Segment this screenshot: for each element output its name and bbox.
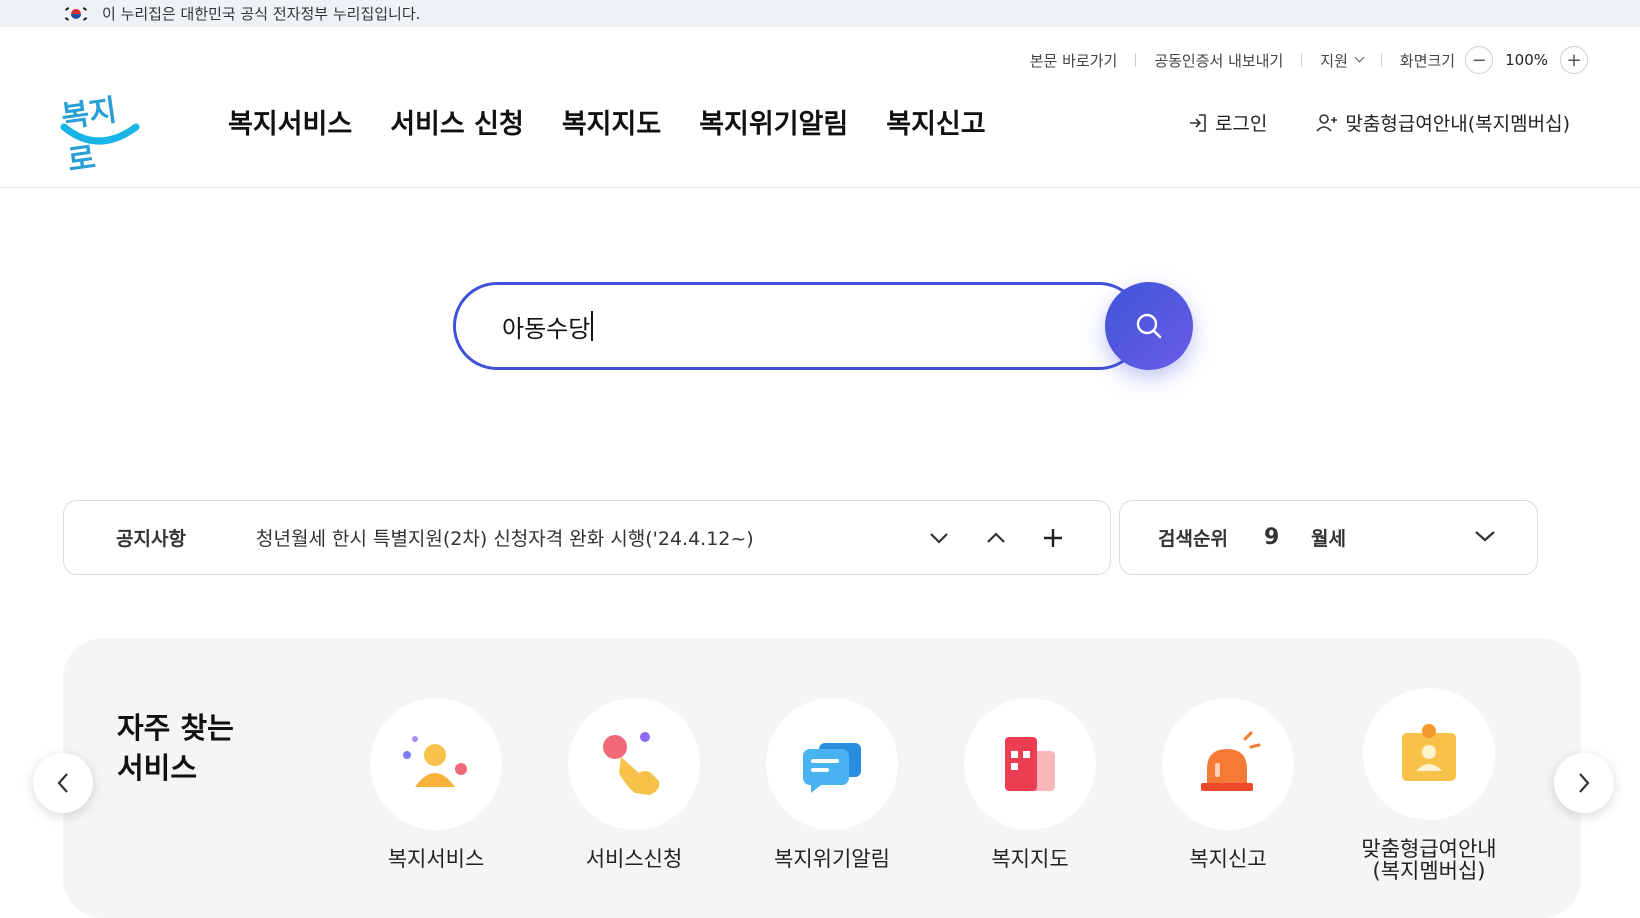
login-icon [1189,113,1206,132]
chevron-right-icon [1579,773,1590,793]
service-item-crisis-alert[interactable]: 복지위기알림 [752,698,912,870]
divider [1380,53,1382,67]
utility-bar: 본문 바로가기 공동인증서 내보내기 지원 화면크기 − 100% + [1030,45,1588,75]
search-input[interactable]: 아동수당 [453,282,1143,370]
search-rank-bar: 검색순위 9 월세 [1119,500,1538,575]
rank-dropdown-button[interactable] [1473,528,1497,547]
search-area: 아동수당 [453,282,1193,370]
main-navigation: 복지서비스 서비스 신청 복지지도 복지위기알림 복지신고 [228,102,1024,141]
carousel-prev-button[interactable] [33,753,93,813]
support-label: 지원 [1320,51,1348,70]
search-icon [1136,313,1162,339]
service-name: 복지신고 [1189,847,1267,871]
nav-service-apply[interactable]: 서비스 신청 [390,102,524,141]
zoom-in-button[interactable]: + [1560,46,1588,74]
text-caret [591,311,593,341]
service-icon-circle [370,698,502,830]
member-card-icon [1402,724,1456,781]
zoom-out-button[interactable]: − [1465,46,1494,74]
service-item-map[interactable]: 복지지도 [950,698,1110,870]
service-item-apply[interactable]: 서비스신청 [554,698,714,870]
nav-crisis-alert[interactable]: 복지위기알림 [699,102,848,141]
divider [1301,53,1303,67]
notice-prev-button[interactable] [981,523,1011,553]
search-input-value: 아동수당 [502,314,591,343]
membership-label: 맞춤형급여안내(복지멤버십) [1345,113,1570,135]
zoom-value: 100% [1505,51,1548,69]
service-icon-circle [964,698,1096,830]
chat-bubble-icon [803,743,861,793]
login-label: 로그인 [1214,113,1268,135]
service-name: 복지위기알림 [774,847,890,871]
chevron-down-icon [1354,52,1365,63]
gov-banner-text: 이 누리집은 대한민국 공식 전자정부 누리집입니다. [102,5,421,23]
service-name-sub: (복지멤버십) [1372,859,1486,883]
notice-bar: 공지사항 청년월세 한시 특별지원(2차) 신청자격 완화 시행('24.4.1… [63,500,1111,575]
account-menu: 로그인 맞춤형급여안내(복지멤버십) [1139,109,1570,136]
gov-banner: 이 누리집은 대한민국 공식 전자정부 누리집입니다. [0,0,1640,27]
support-dropdown[interactable]: 지원 [1320,50,1365,71]
hand-tap-icon [603,732,660,795]
logo-swoosh-icon [60,123,140,145]
service-item-welfare[interactable]: 복지서비스 [356,698,516,870]
service-name: 맞춤형급여안내 [1361,837,1497,861]
search-button[interactable] [1105,282,1193,370]
divider [1135,53,1137,67]
title-line: 자주 찾는 [117,711,234,745]
frequent-services-title: 자주 찾는 서비스 [117,708,234,788]
service-icon-circle [1162,698,1294,830]
plus-icon [1044,528,1062,547]
nav-welfare-service[interactable]: 복지서비스 [228,102,352,141]
carousel-next-button[interactable] [1554,753,1614,813]
service-name: 서비스신청 [585,847,683,871]
map-icon [1005,737,1055,791]
korea-flag-icon [64,6,88,22]
skip-to-content-link[interactable]: 본문 바로가기 [1030,50,1118,71]
chevron-down-icon [1475,531,1495,542]
service-icon-circle [568,698,700,830]
service-icon-circle [1363,688,1495,820]
rank-number: 9 [1264,525,1280,550]
service-icon-circle [766,698,898,830]
chevron-left-icon [57,773,68,793]
site-logo[interactable]: 복지로 [59,85,140,179]
notice-message-link[interactable]: 청년월세 한시 특별지원(2차) 신청자격 완화 시행('24.4.12~) [256,524,754,551]
notice-next-button[interactable] [924,523,954,553]
notice-more-button[interactable] [1038,523,1068,553]
notice-controls [897,523,1068,553]
nav-welfare-map[interactable]: 복지지도 [562,102,661,141]
membership-link[interactable]: 맞춤형급여안내(복지멤버십) [1315,109,1570,136]
add-user-icon [1316,113,1338,132]
nav-welfare-report[interactable]: 복지신고 [886,102,985,141]
chevron-down-icon [930,532,948,544]
service-name: 복지지도 [991,847,1069,871]
person-icon [403,736,467,787]
notice-label: 공지사항 [116,528,186,550]
chevron-up-icon [987,531,1005,543]
zoom-label: 화면크기 [1399,51,1456,70]
service-item-membership[interactable]: 맞춤형급여안내 (복지멤버십) [1349,688,1509,882]
rank-label: 검색순위 [1158,528,1228,550]
frequent-services-panel: 자주 찾는 서비스 복지서비스 서비스신청 복지위기알림 복지지도 복지신고 맞… [63,638,1581,918]
login-link[interactable]: 로그인 [1187,109,1267,136]
rank-keyword-link[interactable]: 월세 [1311,524,1346,551]
cert-export-link[interactable]: 공동인증서 내보내기 [1154,50,1283,71]
siren-icon [1201,731,1261,791]
site-header: 본문 바로가기 공동인증서 내보내기 지원 화면크기 − 100% + 복지로 … [0,27,1640,188]
title-line: 서비스 [117,751,198,785]
service-name: 복지서비스 [387,847,485,871]
service-item-report[interactable]: 복지신고 [1148,698,1308,870]
